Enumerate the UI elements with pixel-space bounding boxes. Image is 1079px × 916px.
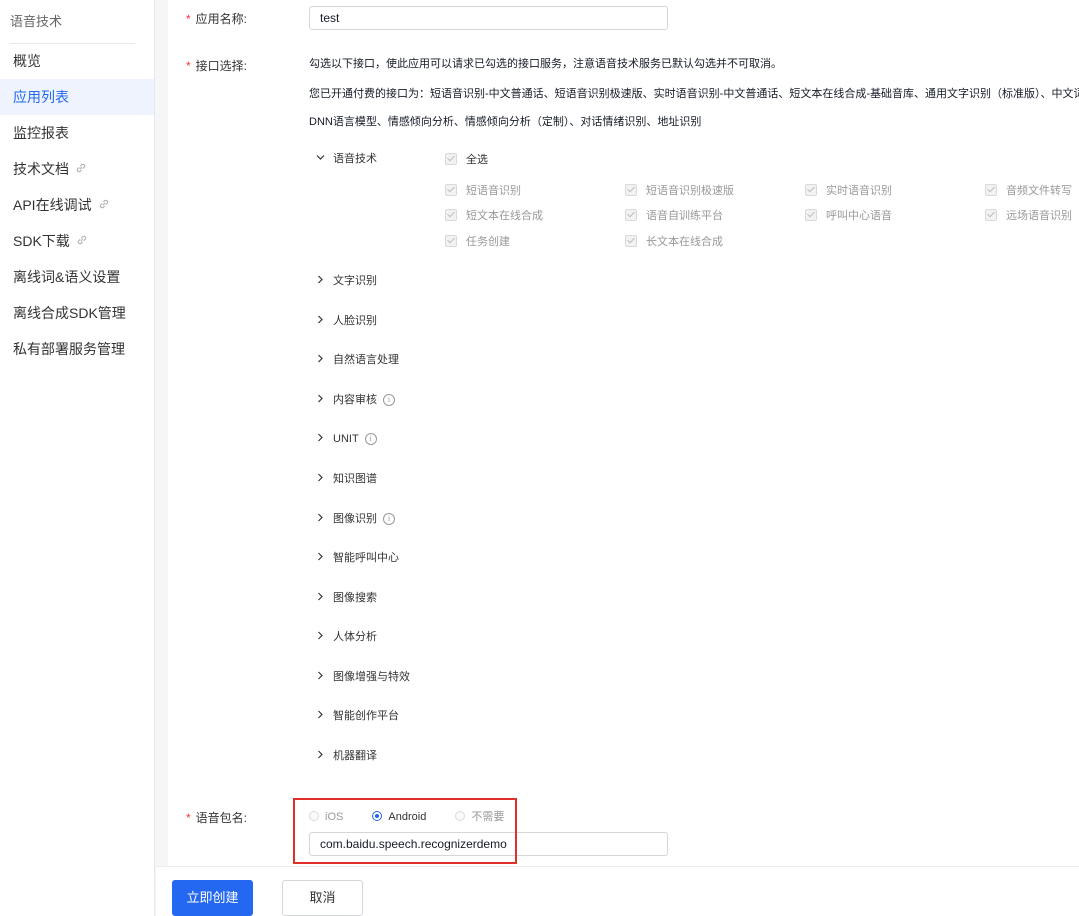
sidebar-item-offline-words[interactable]: 离线词&语义设置 <box>0 259 154 295</box>
option-checkbox[interactable]: 实时语音识别 <box>805 184 892 198</box>
required-mark: * <box>186 12 191 26</box>
option-checkbox[interactable]: 呼叫中心语音 <box>805 209 892 223</box>
sidebar-item-overview[interactable]: 概览 <box>0 43 154 79</box>
sidebar-item-sdk-download[interactable]: SDK下载 <box>0 223 154 259</box>
category-image-recognition[interactable]: 图像识别 i <box>316 510 395 528</box>
radio-android[interactable]: Android <box>372 810 426 824</box>
option-checkbox[interactable]: 音频文件转写 <box>985 184 1072 198</box>
chevron-right-icon <box>316 312 324 330</box>
chevron-right-icon <box>316 272 324 290</box>
category-call-center[interactable]: 智能呼叫中心 <box>316 549 399 567</box>
checkbox-icon <box>445 184 457 197</box>
sidebar-title: 语音技术 <box>10 14 63 29</box>
category-image-search[interactable]: 图像搜索 <box>316 589 377 607</box>
sidebar-item-label: 离线合成SDK管理 <box>13 305 126 321</box>
link-icon <box>76 223 88 259</box>
chevron-right-icon <box>316 549 324 567</box>
radio-checked-icon <box>372 811 383 822</box>
chevron-right-icon <box>316 391 324 409</box>
sidebar-item-api-debug[interactable]: API在线调试 <box>0 187 154 223</box>
category-body-analysis[interactable]: 人体分析 <box>316 628 377 646</box>
sidebar-item-label: 离线词&语义设置 <box>13 269 121 285</box>
chevron-right-icon <box>316 628 324 646</box>
sidebar-item-label: 概览 <box>13 53 41 69</box>
category-content-review[interactable]: 内容审核 i <box>316 391 395 409</box>
option-checkbox[interactable]: 任务创建 <box>445 235 510 249</box>
package-name-input[interactable]: com.baidu.speech.recognizerdemo <box>309 832 668 856</box>
sidebar-item-label: 私有部署服务管理 <box>13 341 125 357</box>
chevron-right-icon <box>316 351 324 369</box>
link-icon <box>98 187 110 223</box>
api-select-label: * 接口选择: <box>186 59 248 73</box>
package-radio-group: iOS Android 不需要 <box>309 810 530 824</box>
radio-not-needed[interactable]: 不需要 <box>455 810 504 824</box>
chevron-right-icon <box>316 510 324 528</box>
sidebar-item-label: 监控报表 <box>13 125 69 141</box>
app-name-label: * 应用名称: <box>186 12 248 26</box>
category-unit[interactable]: UNIT i <box>316 430 377 448</box>
category-machine-translation[interactable]: 机器翻译 <box>316 747 377 765</box>
link-icon <box>75 151 87 187</box>
sidebar-item-private-deploy[interactable]: 私有部署服务管理 <box>0 331 154 367</box>
sidebar-item-label: 技术文档 <box>13 161 69 177</box>
category-ocr[interactable]: 文字识别 <box>316 272 377 290</box>
form-footer: 立即创建 取消 <box>156 866 1079 916</box>
option-checkbox[interactable]: 短语音识别 <box>445 184 521 198</box>
sidebar: 语音技术 概览 应用列表 监控报表 技术文档 API在线调试 SDK下载 离线词… <box>0 0 155 916</box>
radio-ios[interactable]: iOS <box>309 810 343 824</box>
category-knowledge-graph[interactable]: 知识图谱 <box>316 470 377 488</box>
category-creation-platform[interactable]: 智能创作平台 <box>316 707 399 725</box>
api-select-description: 勾选以下接口，使此应用可以请求已勾选的接口服务，注意语音技术服务已默认勾选并不可… <box>309 58 782 70</box>
category-speech[interactable]: 语音技术 <box>316 150 377 168</box>
select-all-checkbox[interactable]: 全选 <box>445 153 488 167</box>
category-face[interactable]: 人脸识别 <box>316 312 377 330</box>
checkbox-icon <box>625 235 637 248</box>
sidebar-item-offline-tts-sdk[interactable]: 离线合成SDK管理 <box>0 295 154 331</box>
chevron-right-icon <box>316 707 324 725</box>
sidebar-item-docs[interactable]: 技术文档 <box>0 151 154 187</box>
checkbox-icon <box>625 184 637 197</box>
info-icon[interactable]: i <box>383 513 395 526</box>
paid-api-list: 您已开通付费的接口为：短语音识别-中文普通话、短语音识别极速版、实时语音识别-中… <box>309 88 1079 100</box>
app-name-input[interactable]: test <box>309 6 668 30</box>
chevron-right-icon <box>316 589 324 607</box>
sidebar-item-monitor[interactable]: 监控报表 <box>0 115 154 151</box>
radio-icon <box>455 811 466 822</box>
option-checkbox[interactable]: 语音自训练平台 <box>625 209 723 223</box>
checkbox-icon <box>805 184 817 197</box>
sidebar-item-label: SDK下载 <box>13 233 70 249</box>
option-checkbox[interactable]: 短语音识别极速版 <box>625 184 734 198</box>
checkbox-icon <box>445 235 457 248</box>
checkbox-icon <box>445 153 457 166</box>
checkbox-icon <box>805 209 817 222</box>
chevron-right-icon <box>316 747 324 765</box>
package-name-label: * 语音包名: <box>186 811 248 825</box>
category-image-enhance[interactable]: 图像增强与特效 <box>316 668 410 686</box>
required-mark: * <box>186 811 191 825</box>
required-mark: * <box>186 59 191 73</box>
sidebar-item-label: 应用列表 <box>13 89 69 105</box>
checkbox-icon <box>985 209 997 222</box>
option-checkbox[interactable]: 短文本在线合成 <box>445 209 543 223</box>
chevron-down-icon <box>316 150 325 168</box>
sidebar-item-app-list[interactable]: 应用列表 <box>0 79 154 115</box>
info-icon[interactable]: i <box>383 394 395 407</box>
option-checkbox[interactable]: 长文本在线合成 <box>625 235 723 249</box>
info-icon[interactable]: i <box>364 433 377 446</box>
create-app-form: * 应用名称: test * 接口选择: 勾选以下接口，使此应用可以请求已勾选的接口… <box>168 0 1079 866</box>
sidebar-item-label: API在线调试 <box>13 197 92 213</box>
checkbox-icon <box>985 184 997 197</box>
checkbox-icon <box>445 209 457 222</box>
chevron-right-icon <box>316 470 324 488</box>
checkbox-icon <box>625 209 637 222</box>
radio-icon <box>309 811 319 822</box>
paid-api-list-cont: DNN语言模型、情感倾向分析、情感倾向分析（定制）、对话情绪识别、地址识别 <box>309 116 702 128</box>
cancel-button[interactable]: 取消 <box>282 880 363 916</box>
category-nlp[interactable]: 自然语言处理 <box>316 351 399 369</box>
chevron-right-icon <box>316 430 324 448</box>
create-button[interactable]: 立即创建 <box>172 880 253 916</box>
option-checkbox[interactable]: 远场语音识别 <box>985 209 1072 223</box>
chevron-right-icon <box>316 668 324 686</box>
